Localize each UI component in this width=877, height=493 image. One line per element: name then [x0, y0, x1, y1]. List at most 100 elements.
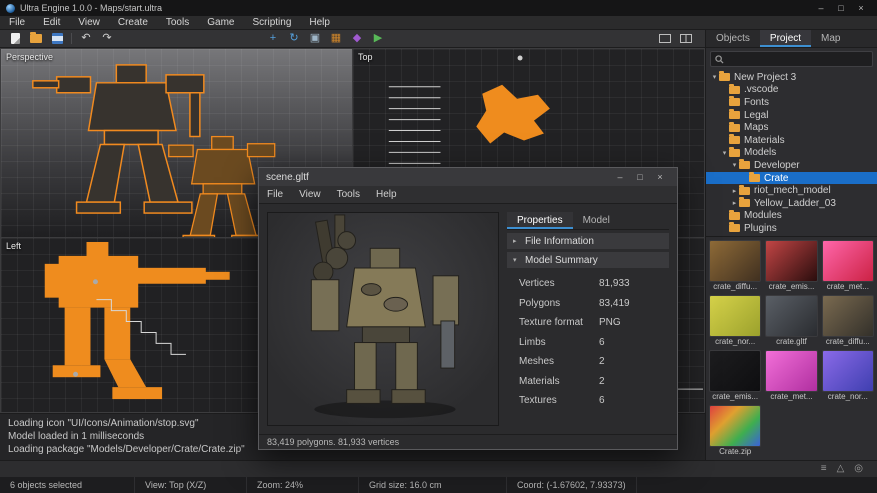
- single-viewport-button[interactable]: [656, 31, 674, 47]
- tree-expand-icon[interactable]: ▸: [730, 187, 739, 195]
- menu-create[interactable]: Create: [109, 16, 157, 30]
- asset-label: crate_diffu...: [825, 337, 870, 346]
- tree-item-label: Developer: [754, 159, 800, 171]
- save-button[interactable]: [48, 31, 66, 47]
- property-label: Materials: [519, 375, 560, 387]
- asset-crate-diffu[interactable]: crate_diffu...: [709, 240, 762, 292]
- menu-view[interactable]: View: [69, 16, 109, 30]
- asset-crate-met[interactable]: crate_met...: [821, 240, 874, 292]
- tree-item-legal[interactable]: Legal: [706, 109, 877, 122]
- asset-crate-nor[interactable]: crate_nor...: [709, 295, 762, 347]
- section-file-information[interactable]: ▸ File Information: [507, 233, 669, 249]
- ultra-engine-app: Ultra Engine 1.0.0 - Maps/start.ultra – …: [0, 0, 877, 493]
- redo-button[interactable]: ↷: [98, 31, 116, 47]
- open-project-button[interactable]: [27, 31, 45, 47]
- asset-thumbnail: [709, 295, 762, 337]
- tree-item-developer[interactable]: ▾ Developer: [706, 159, 877, 172]
- asset-thumbnail: [821, 295, 874, 337]
- tree-item-label: Crate: [764, 172, 789, 184]
- tab-project[interactable]: Project: [759, 30, 812, 47]
- tree-expand-icon[interactable]: ▾: [730, 161, 739, 169]
- tree-item-yellow-ladder-03[interactable]: ▸ Yellow_Ladder_03: [706, 197, 877, 210]
- tree-expand-icon[interactable]: ▸: [730, 199, 739, 207]
- material-editor-button[interactable]: ◆: [348, 31, 366, 47]
- asset-crate-met[interactable]: crate_met...: [765, 350, 818, 402]
- split-viewport-button[interactable]: [677, 31, 695, 47]
- split-viewport-icon: [680, 34, 692, 43]
- asset-thumbnail: [709, 350, 762, 392]
- tree-item-new-project-3[interactable]: ▾ New Project 3: [706, 71, 877, 84]
- property-row: Limbs 6: [519, 333, 669, 353]
- tab-map[interactable]: Map: [811, 30, 850, 47]
- tree-item-models[interactable]: ▾ Models: [706, 146, 877, 160]
- tree-item-maps[interactable]: Maps: [706, 121, 877, 134]
- asset-crate-emis[interactable]: crate_emis...: [709, 350, 762, 402]
- asset-crate-gltf[interactable]: crate.gltf: [765, 295, 818, 347]
- model-maximize-button[interactable]: □: [630, 172, 650, 182]
- sidebar: Objects Project Map ▾ New Project 3 .vscod…: [705, 30, 877, 460]
- asset-thumbnail: [821, 350, 874, 392]
- property-row: Materials 2: [519, 372, 669, 392]
- console-menu-icon[interactable]: ≡: [821, 464, 827, 474]
- tree-item-fonts[interactable]: Fonts: [706, 96, 877, 109]
- new-file-icon: [10, 33, 20, 44]
- tree-item-vscode[interactable]: .vscode: [706, 83, 877, 97]
- tree-expand-icon[interactable]: ▾: [710, 73, 719, 81]
- section-model-summary[interactable]: ▾ Model Summary: [507, 252, 669, 268]
- translate-tool-button[interactable]: +: [264, 31, 282, 47]
- asset-crate-nor[interactable]: crate_nor...: [821, 350, 874, 402]
- asset-label: crate_nor...: [715, 337, 756, 346]
- model-close-button[interactable]: ×: [650, 172, 670, 182]
- model-tab-properties[interactable]: Properties: [507, 212, 573, 229]
- tree-item-modules[interactable]: Modules: [706, 209, 877, 223]
- model-window-body: Properties Model ▸ File Information ▾ Mod…: [259, 204, 677, 434]
- asset-crate-diffu[interactable]: crate_diffu...: [821, 295, 874, 347]
- asset-crate-zip[interactable]: Crate.zip: [709, 405, 762, 457]
- undo-button[interactable]: ↶: [77, 31, 95, 47]
- tab-objects[interactable]: Objects: [706, 30, 760, 47]
- new-file-button[interactable]: [6, 31, 24, 47]
- model-window-title-bar[interactable]: scene.gltf – □ ×: [259, 168, 677, 186]
- tree-expand-icon[interactable]: ▾: [720, 149, 729, 157]
- property-label: Polygons: [519, 297, 561, 309]
- tree-item-crate[interactable]: Crate: [706, 171, 877, 185]
- close-button[interactable]: ×: [851, 3, 871, 13]
- asset-label: crate.gltf: [776, 337, 807, 346]
- create-brush-icon: ▦: [330, 32, 342, 44]
- minimize-button[interactable]: –: [811, 3, 831, 13]
- run-game-button[interactable]: ▶: [369, 31, 387, 47]
- property-row: Textures 6: [519, 391, 669, 411]
- rotate-tool-button[interactable]: ↻: [285, 31, 303, 47]
- menu-help[interactable]: Help: [300, 16, 339, 30]
- menu-edit[interactable]: Edit: [34, 16, 69, 30]
- model-menu-view[interactable]: View: [291, 188, 329, 202]
- model-menu-file[interactable]: File: [259, 188, 291, 202]
- menu-file[interactable]: File: [0, 16, 34, 30]
- model-minimize-button[interactable]: –: [610, 172, 630, 182]
- tree-item-materials[interactable]: Materials: [706, 134, 877, 147]
- model-menu-tools[interactable]: Tools: [329, 188, 368, 202]
- messages-filter-icon[interactable]: ◎: [854, 464, 863, 474]
- search-input[interactable]: [727, 53, 868, 65]
- model-preview[interactable]: [267, 212, 499, 426]
- asset-crate-emis[interactable]: crate_emis...: [765, 240, 818, 292]
- model-menu-help[interactable]: Help: [368, 188, 405, 202]
- asset-label: crate_met...: [826, 282, 869, 291]
- property-row: Polygons 83,419: [519, 294, 669, 314]
- tree-item-riot-mech-model[interactable]: ▸ riot_mech_model: [706, 184, 877, 197]
- menu-bar: File Edit View Create Tools Game Scripting Help: [0, 16, 877, 30]
- menu-scripting[interactable]: Scripting: [243, 16, 300, 30]
- window-title: Ultra Engine 1.0.0 - Maps/start.ultra: [20, 3, 163, 13]
- property-row: Vertices 81,933: [519, 274, 669, 294]
- tree-item-plugins[interactable]: Plugins: [706, 222, 877, 235]
- warnings-filter-icon[interactable]: △: [837, 464, 845, 474]
- section-label: File Information: [525, 235, 594, 247]
- menu-tools[interactable]: Tools: [157, 16, 198, 30]
- search-row: [706, 48, 877, 70]
- maximize-button[interactable]: □: [831, 3, 851, 13]
- create-brush-button[interactable]: ▦: [327, 31, 345, 47]
- model-tab-model[interactable]: Model: [573, 212, 620, 229]
- menu-game[interactable]: Game: [198, 16, 243, 30]
- folder-icon: [729, 134, 740, 145]
- scale-tool-button[interactable]: ▣: [306, 31, 324, 47]
